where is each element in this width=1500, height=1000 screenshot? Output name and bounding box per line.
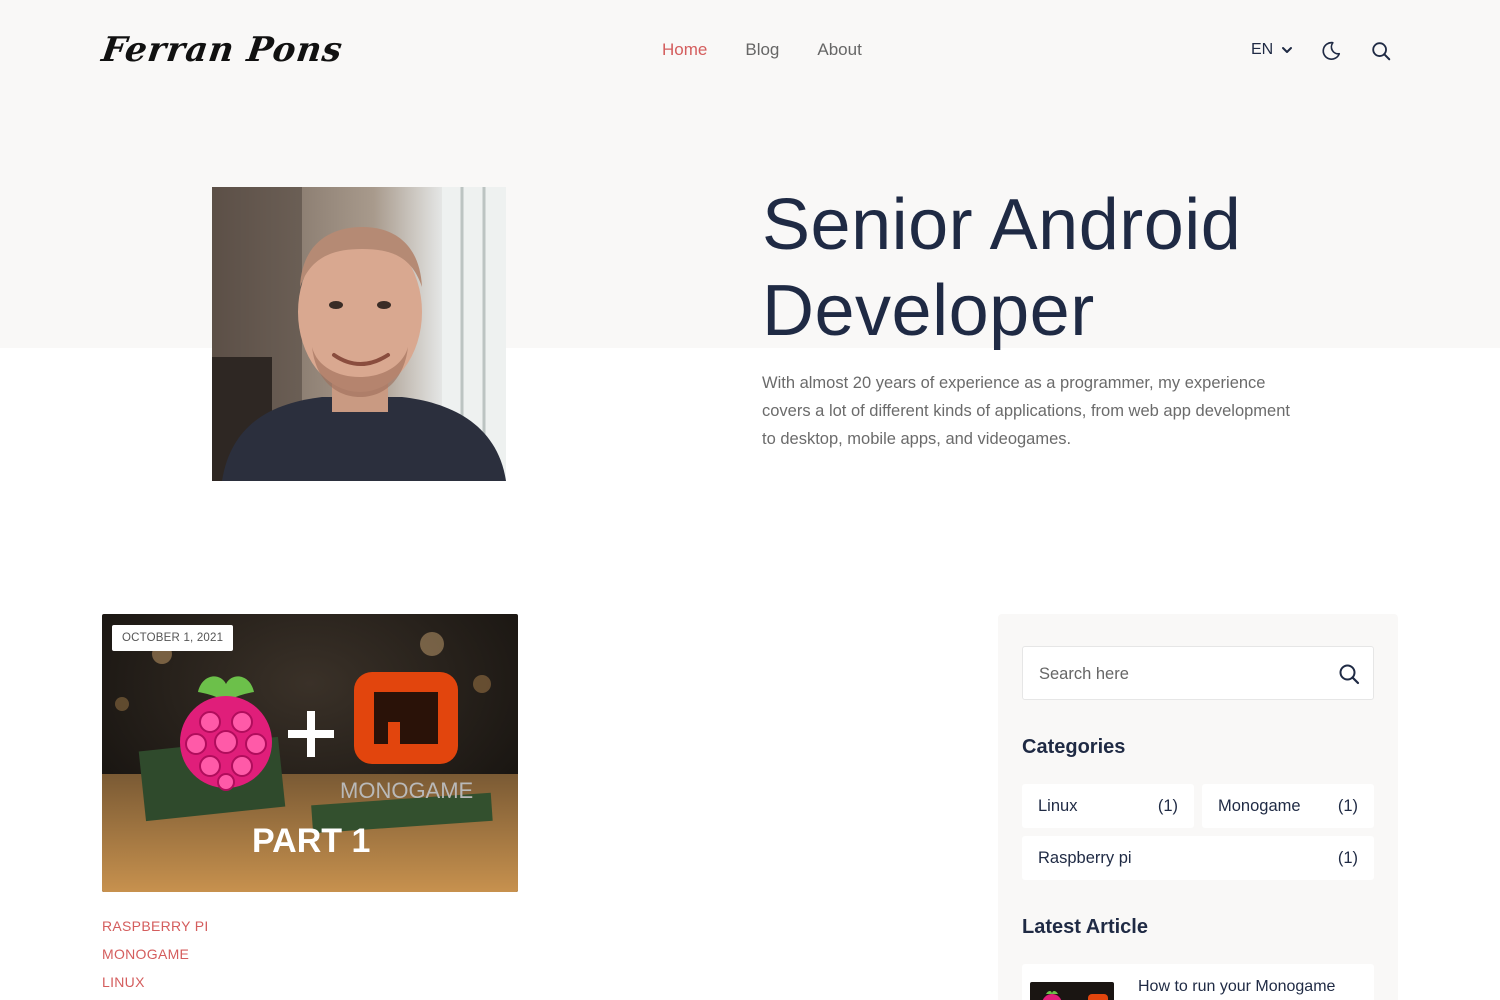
- site-header: Ferran Pons Home Blog About EN: [0, 0, 1500, 100]
- category-name: Raspberry pi: [1038, 848, 1132, 867]
- post-image-caption: PART 1: [252, 822, 370, 860]
- sidebar-search: [1022, 646, 1374, 700]
- category-name: Monogame: [1218, 796, 1301, 815]
- main-nav: Home Blog About: [662, 40, 862, 60]
- nav-home[interactable]: Home: [662, 40, 707, 60]
- language-selector[interactable]: EN: [1251, 41, 1293, 59]
- category-raspberry-pi[interactable]: Raspberry pi (1): [1022, 836, 1374, 880]
- search-icon[interactable]: [1337, 662, 1361, 686]
- categories-heading: Categories: [1022, 736, 1126, 758]
- search-icon[interactable]: [1370, 40, 1392, 62]
- language-label: EN: [1251, 41, 1274, 58]
- nav-about[interactable]: About: [817, 40, 861, 60]
- category-name: Linux: [1038, 796, 1078, 815]
- category-count: (1): [1337, 796, 1358, 815]
- post-date-badge: OCTOBER 1, 2021: [112, 625, 234, 651]
- post-tags: RASPBERRY PI MONOGAME LINUX: [102, 912, 209, 996]
- latest-article-heading: Latest Article: [1022, 916, 1148, 938]
- latest-article-item[interactable]: How to run your Monogame: [1022, 964, 1374, 1000]
- sidebar-search-input[interactable]: [1039, 661, 1329, 687]
- category-count: (1): [1337, 848, 1358, 867]
- latest-article-title: How to run your Monogame: [1138, 978, 1336, 995]
- tag-monogame[interactable]: MONOGAME: [102, 940, 209, 968]
- post-thumbnail[interactable]: MONOGAME PART 1: [102, 614, 518, 892]
- category-monogame[interactable]: Monogame (1): [1202, 784, 1374, 828]
- site-logo[interactable]: Ferran Pons: [99, 30, 345, 70]
- tag-linux[interactable]: LINUX: [102, 968, 209, 996]
- dark-mode-moon-icon[interactable]: [1320, 40, 1342, 62]
- chevron-down-icon: [1282, 47, 1293, 53]
- tag-raspberry-pi[interactable]: RASPBERRY PI: [102, 912, 209, 940]
- monogame-brand-text: MONOGAME: [340, 778, 473, 803]
- profile-photo: [212, 187, 506, 481]
- category-linux[interactable]: Linux (1): [1022, 784, 1194, 828]
- category-count: (1): [1157, 796, 1178, 815]
- nav-blog[interactable]: Blog: [745, 40, 779, 60]
- latest-article-thumbnail: [1030, 982, 1114, 1000]
- hero-title: Senior Android Developer: [762, 185, 1242, 351]
- hero-description: With almost 20 years of experience as a …: [762, 374, 1290, 448]
